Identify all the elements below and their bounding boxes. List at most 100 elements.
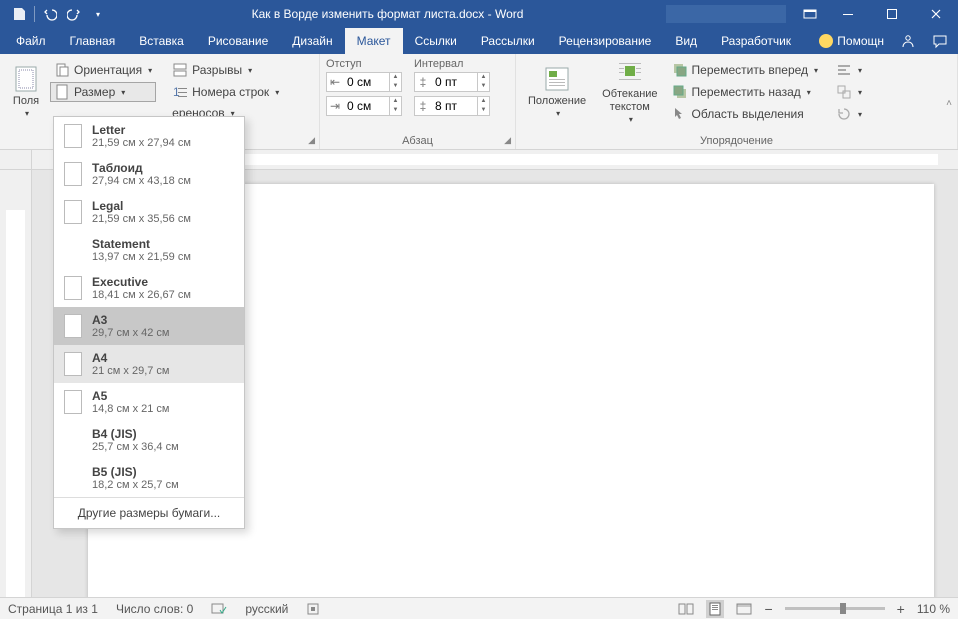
wrap-icon [616,58,644,86]
tab-review[interactable]: Рецензирование [547,28,664,54]
size-icon [54,84,70,100]
orientation-icon [54,62,70,78]
comments-icon[interactable] [932,33,948,49]
size-option-b5-jis-[interactable]: B5 (JIS)18,2 см x 25,7 см [54,459,244,497]
tab-design[interactable]: Дизайн [280,28,344,54]
size-button[interactable]: Размер▾ [50,82,156,102]
bulb-icon [819,34,833,48]
page-icon [64,314,82,338]
size-option-a3[interactable]: A329,7 см x 42 см [54,307,244,345]
tell-me[interactable]: Помощн [819,34,884,48]
page-size-menu: Letter21,59 см x 27,94 смТаблоид27,94 см… [53,116,245,529]
position-button[interactable]: Положение▾ [522,58,592,124]
orientation-button[interactable]: Ориентация▾ [50,60,156,80]
size-name: A3 [92,313,170,327]
group-button[interactable]: ▾ [832,82,866,102]
print-layout-icon[interactable] [706,600,724,618]
spellcheck-icon[interactable] [211,602,227,616]
redo-icon[interactable] [63,3,85,25]
line-numbers-button[interactable]: 1Номера строк▾ [168,82,283,102]
selection-pane-button[interactable]: Область выделения [668,104,823,124]
spacing-after-icon: ‡ [415,99,431,113]
indent-right-input[interactable]: ⇥▲▼ [326,96,402,116]
ribbon-tabs: Файл Главная Вставка Рисование Дизайн Ма… [0,28,958,54]
undo-icon[interactable] [39,3,61,25]
zoom-in-button[interactable]: + [897,601,905,617]
size-name: Letter [92,123,191,137]
size-name: Legal [92,199,191,213]
size-option--[interactable]: Таблоид27,94 см x 43,18 см [54,155,244,193]
macro-icon[interactable] [306,602,320,616]
ribbon-display-icon[interactable] [794,0,826,28]
spacing-before-input[interactable]: ‡▲▼ [414,72,490,92]
vertical-ruler[interactable] [0,170,32,597]
indent-left-input[interactable]: ⇤▲▼ [326,72,402,92]
size-dimensions: 18,2 см x 25,7 см [92,479,179,491]
size-dimensions: 25,7 см x 36,4 см [92,441,179,453]
size-option-a4[interactable]: A421 см x 29,7 см [54,345,244,383]
save-icon[interactable] [8,3,30,25]
zoom-out-button[interactable]: − [764,601,772,617]
tab-insert[interactable]: Вставка [127,28,196,54]
tab-home[interactable]: Главная [58,28,128,54]
share-icon[interactable] [900,33,916,49]
page-icon [64,124,82,148]
line-numbers-icon: 1 [172,84,188,100]
tab-layout[interactable]: Макет [345,28,403,54]
size-dimensions: 27,94 см x 43,18 см [92,175,191,187]
bring-forward-button[interactable]: Переместить вперед▾ [668,60,823,80]
tab-file[interactable]: Файл [4,28,58,54]
arrange-group-label: Упорядочение [516,135,957,147]
tab-draw[interactable]: Рисование [196,28,280,54]
page-indicator[interactable]: Страница 1 из 1 [8,602,98,616]
size-dimensions: 13,97 см x 21,59 см [92,251,191,263]
size-option-statement[interactable]: Statement13,97 см x 21,59 см [54,231,244,269]
collapse-ribbon-icon[interactable]: ˄ [946,98,952,109]
tab-developer[interactable]: Разработчик [709,28,803,54]
size-dimensions: 21,59 см x 27,94 см [92,137,191,149]
send-backward-button[interactable]: Переместить назад▾ [668,82,823,102]
language-indicator[interactable]: русский [245,602,288,616]
indent-label: Отступ [326,58,402,70]
breaks-button[interactable]: Разрывы▾ [168,60,283,80]
ruler-corner [0,150,32,170]
size-option-b4-jis-[interactable]: B4 (JIS)25,7 см x 36,4 см [54,421,244,459]
position-icon [543,65,571,93]
indent-left-icon: ⇤ [327,75,343,89]
maximize-button[interactable] [870,0,914,28]
read-mode-icon[interactable] [678,602,694,616]
tab-mailings[interactable]: Рассылки [469,28,547,54]
wrap-text-button[interactable]: Обтекание текстом▾ [596,58,663,124]
size-dimensions: 21,59 см x 35,56 см [92,213,191,225]
word-count[interactable]: Число слов: 0 [116,602,193,616]
page-setup-launcher[interactable]: ◢ [308,135,315,146]
size-dimensions: 18,41 см x 26,67 см [92,289,191,301]
spacing-before-icon: ‡ [415,75,431,89]
page-icon [64,466,82,490]
size-option-letter[interactable]: Letter21,59 см x 27,94 см [54,117,244,155]
size-name: A5 [92,389,170,403]
spacing-label: Интервал [414,58,490,70]
minimize-button[interactable] [826,0,870,28]
page-icon [64,200,82,224]
zoom-level[interactable]: 110 % [917,602,950,616]
spacing-after-input[interactable]: ‡▲▼ [414,96,490,116]
web-layout-icon[interactable] [736,602,752,616]
qat-customize-icon[interactable]: ▾ [87,3,109,25]
paragraph-launcher[interactable]: ◢ [504,135,511,146]
page-icon [64,238,82,262]
more-paper-sizes[interactable]: Другие размеры бумаги... [54,497,244,528]
group-icon [836,84,852,100]
tab-view[interactable]: Вид [663,28,709,54]
size-option-executive[interactable]: Executive18,41 см x 26,67 см [54,269,244,307]
tab-references[interactable]: Ссылки [403,28,469,54]
zoom-slider[interactable] [785,607,885,610]
page-icon [64,390,82,414]
size-option-legal[interactable]: Legal21,59 см x 35,56 см [54,193,244,231]
size-option-a5[interactable]: A514,8 см x 21 см [54,383,244,421]
align-button[interactable]: ▾ [832,60,866,80]
margins-button[interactable]: Поля ▾ [6,58,46,124]
close-button[interactable] [914,0,958,28]
page-icon [64,352,82,376]
rotate-button[interactable]: ▾ [832,104,866,124]
